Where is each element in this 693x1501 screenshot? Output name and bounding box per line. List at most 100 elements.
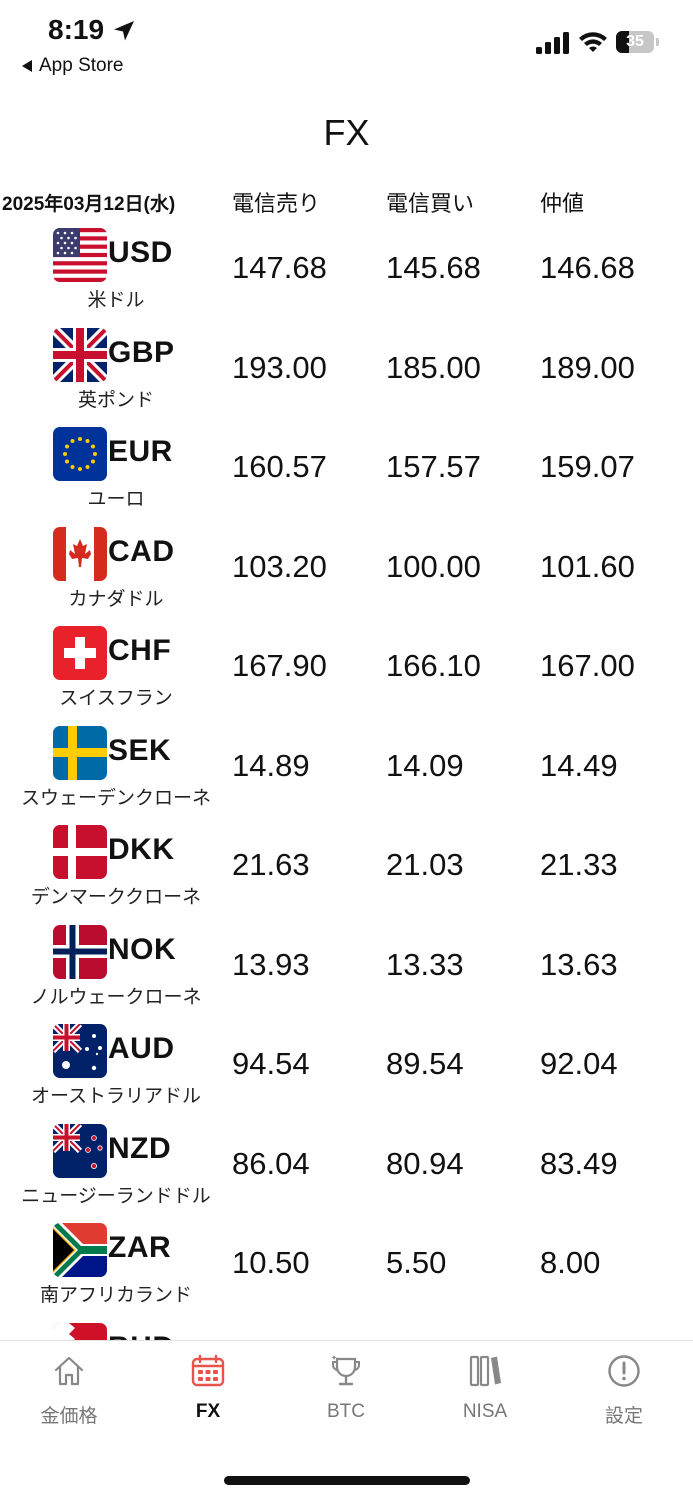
rate-ttb: 100.00: [386, 548, 481, 584]
rate-ttb: 166.10: [386, 648, 481, 683]
currency-code: CHF: [108, 634, 172, 667]
rate-mid: 101.60: [540, 548, 635, 584]
rate-mid: 14.49: [540, 747, 618, 783]
rate-ttb: 21.03: [386, 847, 464, 882]
rate-mid: 21.33: [540, 847, 618, 882]
rate-ttb: 13.33: [386, 946, 464, 982]
back-label: App Store: [39, 55, 124, 76]
rate-ttb: 80.94: [386, 1145, 464, 1181]
rate-tts: 21.63: [232, 847, 310, 882]
rate-mid: 189.00: [540, 349, 635, 385]
tab-settings[interactable]: 設定: [564, 1353, 684, 1428]
usa-flag-icon: [53, 228, 107, 282]
currency-row-bhd: BHD: [0, 1317, 693, 1340]
canada-flag-icon: [53, 526, 107, 581]
currency-name: スイスフラン: [59, 688, 173, 709]
uk-flag-icon: [53, 327, 107, 382]
currency-row-chf: CHF スイスフラン 167.90 166.10 167.00: [0, 620, 693, 720]
currency-row-sek: SEK スウェーデンクローネ 14.89 14.09 14.49: [0, 720, 693, 820]
currency-code: GBP: [108, 335, 175, 369]
battery-indicator: 35: [616, 31, 660, 53]
australia-flag-icon: [53, 1024, 107, 1078]
currency-name: 南アフリカランド: [39, 1285, 192, 1306]
rate-mid: 167.00: [540, 648, 635, 683]
rate-mid: 92.04: [540, 1046, 618, 1081]
currency-row-usd: USD 米ドル 147.68 145.68 146.68: [0, 222, 693, 322]
currency-name: オーストラリアドル: [30, 1086, 202, 1107]
status-bar: 8:19 App Store 35: [0, 0, 693, 85]
rate-tts: 94.54: [232, 1046, 310, 1081]
rate-mid: 83.49: [540, 1145, 618, 1181]
rates-date: 2025年03月12日(水): [2, 194, 176, 215]
currency-name: カナダドル: [68, 588, 164, 610]
currency-code: CAD: [108, 534, 175, 568]
rate-tts: 13.93: [232, 946, 310, 982]
switzerland-flag-icon: [53, 626, 107, 680]
rates-list[interactable]: USD 米ドル 147.68 145.68 146.68 GBP 英ポンド 19…: [0, 222, 693, 1340]
tab-label: 金価格: [40, 1406, 98, 1427]
eu-flag-icon: [53, 427, 107, 481]
rate-ttb: 14.09: [386, 747, 464, 783]
cellular-signal-icon: [536, 32, 569, 54]
rate-ttb: 5.50: [386, 1245, 447, 1280]
column-mid: 仲値: [540, 191, 585, 216]
currency-name: ノルウェークローネ: [30, 986, 202, 1008]
tab-btc[interactable]: BTC: [286, 1353, 406, 1423]
south-africa-flag-icon: [53, 1223, 107, 1277]
currency-name: スウェーデンクローネ: [20, 787, 211, 809]
rate-mid: 146.68: [540, 250, 635, 285]
back-to-app-store-button[interactable]: App Store: [22, 55, 124, 77]
currency-row-dkk: DKK デンマーククローネ 21.63 21.03 21.33: [0, 819, 693, 919]
currency-code: ZAR: [108, 1231, 172, 1264]
column-tts: 電信売り: [232, 191, 321, 216]
currency-row-cad: CAD カナダドル 103.20 100.00 101.60: [0, 521, 693, 621]
rates-header-row: 2025年03月12日(水) 電信売り 電信買い 仲値: [0, 186, 693, 218]
info-circle-icon: [608, 1355, 640, 1387]
rate-tts: 193.00: [232, 349, 327, 385]
currency-code: NZD: [108, 1131, 172, 1165]
currency-row-nok: NOK ノルウェークローネ 13.93 13.33 13.63: [0, 919, 693, 1019]
new-zealand-flag-icon: [53, 1123, 107, 1178]
rate-mid: 13.63: [540, 946, 618, 982]
tab-nisa[interactable]: NISA: [425, 1353, 545, 1423]
currency-code: EUR: [108, 435, 173, 468]
currency-code: AUD: [108, 1032, 175, 1065]
norway-flag-icon: [53, 924, 107, 979]
currency-row-aud: AUD オーストラリアドル 94.54 89.54 92.04: [0, 1018, 693, 1118]
trophy-icon: [331, 1355, 360, 1386]
calendar-icon: [191, 1354, 225, 1387]
rate-tts: 14.89: [232, 747, 310, 783]
location-arrow-icon: [114, 21, 134, 41]
currency-name: 米ドル: [87, 290, 145, 311]
currency-row-zar: ZAR 南アフリカランド 10.50 5.50 8.00: [0, 1217, 693, 1317]
bahrain-flag-icon: [53, 1322, 107, 1340]
currency-name: 英ポンド: [77, 389, 154, 411]
currency-code: USD: [108, 236, 173, 269]
currency-name: ニュージーランドドル: [21, 1185, 211, 1207]
rate-ttb: 157.57: [386, 449, 481, 484]
rate-tts: 86.04: [232, 1145, 310, 1181]
home-icon: [54, 1356, 84, 1386]
rate-tts: 10.50: [232, 1245, 310, 1280]
back-triangle-icon: [22, 60, 32, 72]
status-time: 8:19: [48, 14, 105, 45]
tab-gold-price[interactable]: 金価格: [9, 1353, 129, 1428]
currency-row-nzd: NZD ニュージーランドドル 86.04 80.94 83.49: [0, 1118, 693, 1218]
currency-row-eur: EUR ユーロ 160.57 157.57 159.07: [0, 421, 693, 521]
rate-ttb: 145.68: [386, 250, 481, 285]
tab-fx[interactable]: FX: [148, 1353, 268, 1423]
rate-mid: 8.00: [540, 1245, 601, 1280]
home-indicator[interactable]: [224, 1476, 470, 1485]
tab-label: FX: [195, 1401, 221, 1422]
rate-tts: 160.57: [232, 449, 327, 484]
rate-tts: 103.20: [232, 548, 327, 584]
tab-label: BTC: [327, 1401, 365, 1422]
currency-name: デンマーククローネ: [30, 887, 202, 908]
rate-ttb: 89.54: [386, 1046, 464, 1081]
tab-label: NISA: [462, 1401, 508, 1422]
sweden-flag-icon: [53, 725, 107, 780]
rate-tts: 147.68: [232, 250, 327, 285]
currency-code: NOK: [108, 932, 177, 966]
rate-tts: 167.90: [232, 648, 327, 683]
tab-label: 設定: [604, 1406, 643, 1427]
